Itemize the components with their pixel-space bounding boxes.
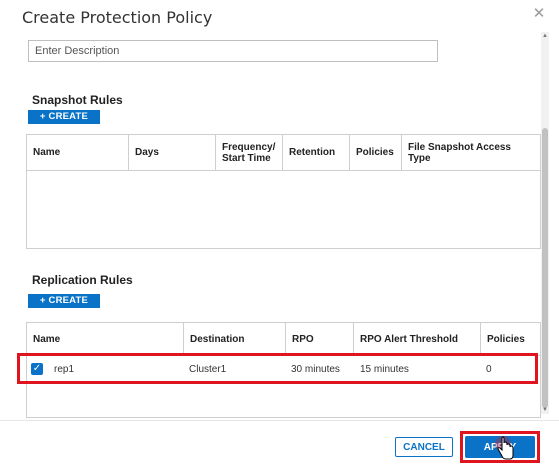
column-header-frequency[interactable]: Frequency/ Start Time [215, 135, 283, 171]
dialog-scrollbar[interactable]: ▲ ▼ [541, 32, 549, 414]
scroll-up-icon[interactable]: ▲ [541, 32, 549, 40]
row-highlight [17, 353, 538, 384]
column-header-name[interactable]: Name [27, 323, 184, 356]
scrollbar-thumb[interactable] [542, 128, 548, 408]
hand-cursor-icon [495, 436, 514, 460]
create-replication-rule-button[interactable]: + CREATE [28, 294, 100, 308]
column-header-rpo[interactable]: RPO [285, 323, 354, 356]
column-header-retention[interactable]: Retention [282, 135, 350, 171]
column-header-policies[interactable]: Policies [480, 323, 540, 356]
dialog-title: Create Protection Policy [22, 8, 213, 27]
scroll-down-icon[interactable]: ▼ [541, 406, 549, 414]
replication-rules-title: Replication Rules [32, 273, 133, 287]
column-header-destination[interactable]: Destination [183, 323, 286, 356]
column-header-file-snapshot-access-type[interactable]: File Snapshot Access Type [401, 135, 540, 171]
snapshot-rules-title: Snapshot Rules [32, 93, 123, 107]
description-input[interactable] [28, 40, 438, 62]
column-header-days[interactable]: Days [128, 135, 216, 171]
create-snapshot-rule-button[interactable]: + CREATE [28, 110, 100, 124]
footer-divider [0, 420, 559, 421]
column-header-policies[interactable]: Policies [349, 135, 402, 171]
column-header-rpo-alert-threshold[interactable]: RPO Alert Threshold [353, 323, 481, 356]
cancel-button[interactable]: CANCEL [395, 437, 453, 457]
close-icon[interactable]: ✕ [530, 5, 548, 23]
create-protection-policy-dialog: Create Protection Policy ✕ Snapshot Rule… [0, 0, 559, 467]
column-header-name[interactable]: Name [27, 135, 129, 171]
snapshot-rules-table: Name Days Frequency/ Start Time Retentio… [26, 134, 541, 249]
